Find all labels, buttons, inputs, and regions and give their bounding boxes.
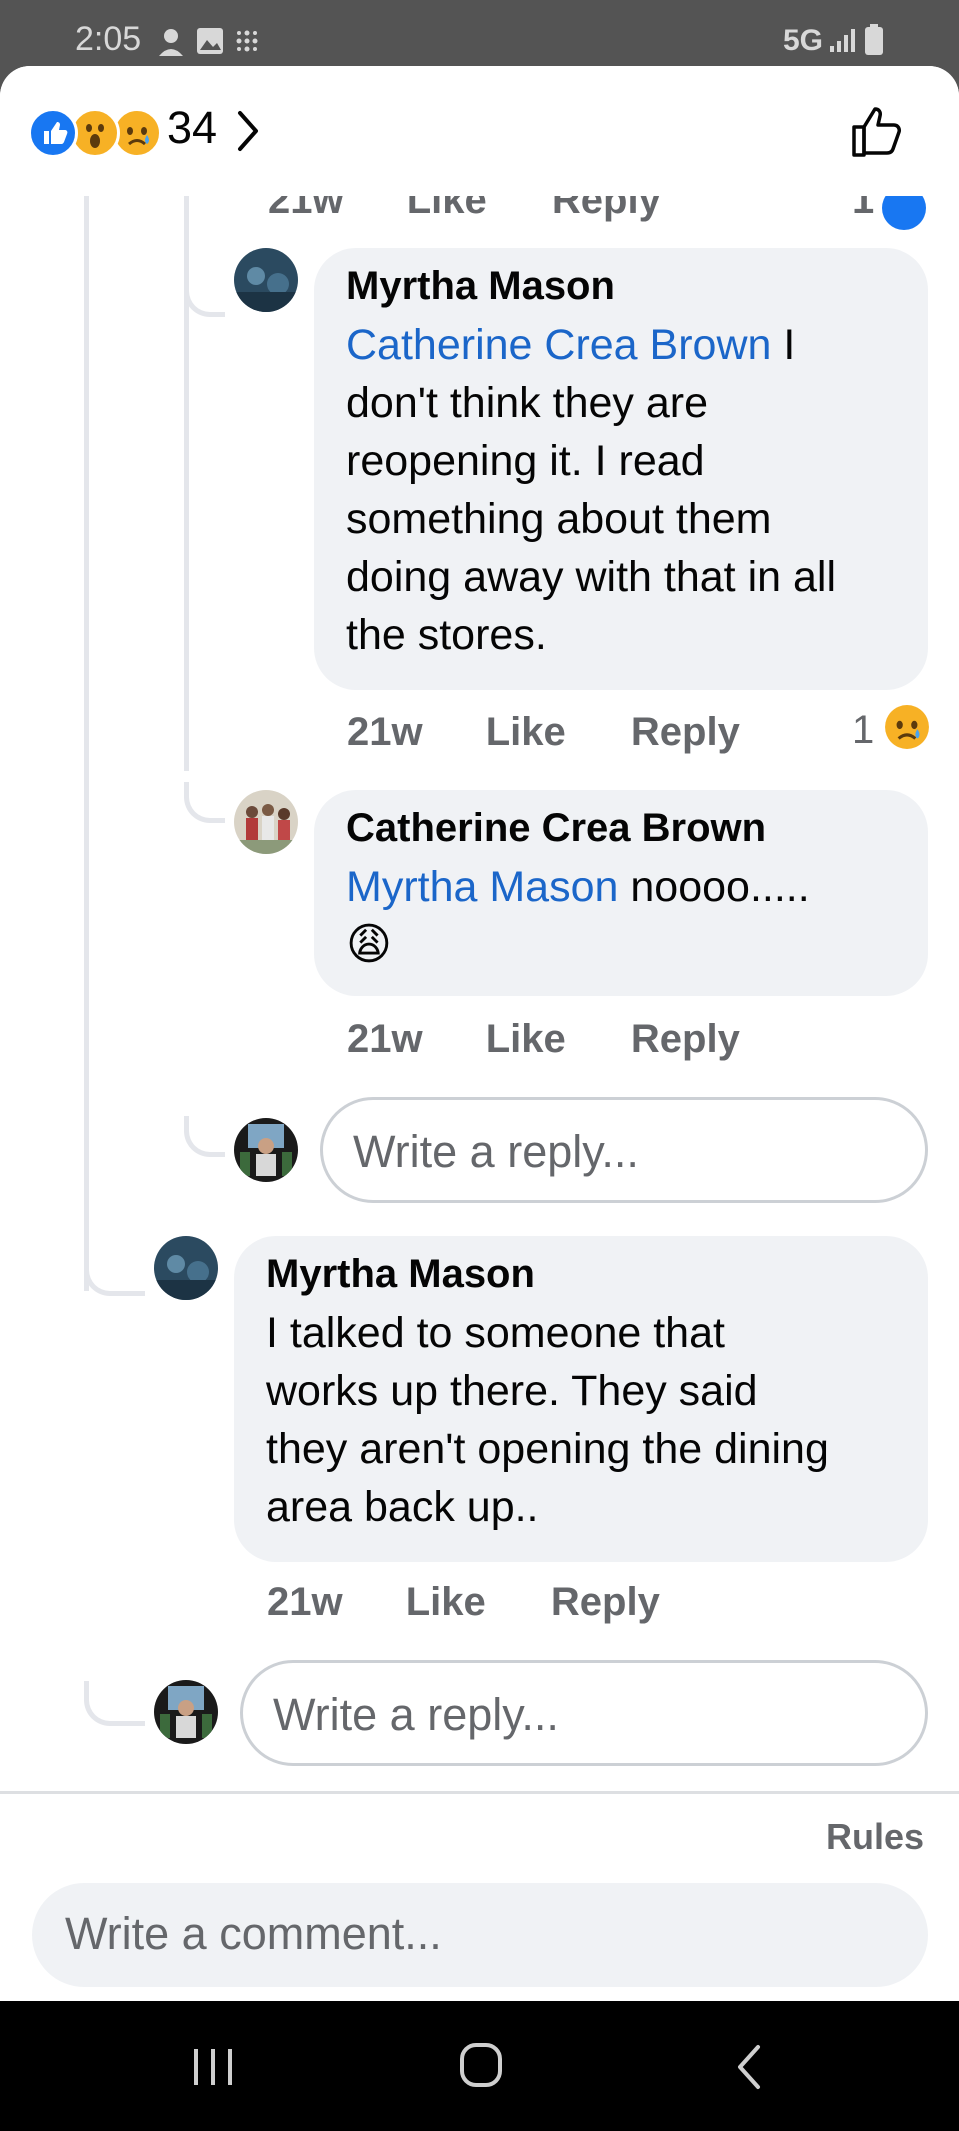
mention-link[interactable]: Catherine Crea Brown (346, 321, 771, 369)
comment-text: I talked to someone that works up there.… (266, 1309, 829, 1531)
comment-reaction-count[interactable]: 1 (852, 708, 874, 753)
thread-connector (184, 1116, 225, 1157)
signal-icon (828, 26, 858, 59)
thread-line (84, 196, 89, 1291)
comment-text: Myrtha Mason noooo..... 😩 (346, 858, 916, 974)
current-user-avatar (154, 1680, 218, 1744)
comment-author[interactable]: Catherine Crea Brown (346, 800, 766, 856)
sad-reaction-icon (884, 704, 930, 755)
rules-link[interactable]: Rules (826, 1816, 924, 1858)
status-bar: 2:05 5G (0, 0, 959, 66)
comment-placeholder: Write a comment... (65, 1908, 442, 1959)
comment-author[interactable]: Myrtha Mason (346, 258, 615, 314)
reply-link[interactable]: Reply (551, 1580, 660, 1625)
reaction-count[interactable]: 34 (167, 102, 217, 154)
chevron-right-icon[interactable] (234, 109, 262, 158)
recent-apps-icon[interactable] (190, 2045, 236, 2094)
home-icon[interactable] (458, 2041, 504, 2094)
reply-input[interactable]: Write a reply... (320, 1097, 928, 1203)
avatar[interactable] (234, 790, 298, 854)
reactions-summary[interactable] (28, 102, 268, 162)
reply-link[interactable]: Reply (631, 710, 740, 755)
reply-link[interactable]: Reply (631, 1017, 740, 1062)
back-icon[interactable] (734, 2043, 764, 2096)
comment-bubble: Catherine Crea Brown Myrtha Mason noooo.… (314, 790, 928, 996)
comment-author[interactable]: Myrtha Mason (266, 1246, 535, 1302)
system-nav-bar (0, 2001, 959, 2131)
status-time: 2:05 (75, 20, 142, 58)
comment-text: Catherine Crea Brown I don't think they … (346, 321, 837, 659)
weary-face-emoji: 😩 (346, 920, 392, 969)
thumbs-up-icon[interactable] (848, 101, 908, 166)
reply-placeholder: Write a reply... (353, 1126, 639, 1177)
reply-input[interactable]: Write a reply... (240, 1660, 928, 1766)
network-type: 5G (783, 24, 824, 57)
divider (0, 1791, 959, 1794)
reply-placeholder: Write a reply... (273, 1689, 559, 1740)
battery-icon (864, 24, 884, 61)
comment-time: 21w (347, 710, 423, 754)
like-link[interactable]: Like (486, 1017, 566, 1062)
comment-bubble: Myrtha Mason Catherine Crea Brown I don'… (314, 248, 928, 690)
avatar[interactable] (154, 1236, 218, 1300)
thread-connector (84, 1681, 145, 1726)
comment-actions: 21w Like Reply (267, 1580, 660, 1625)
like-link[interactable]: Like (406, 1580, 486, 1625)
comment-input[interactable]: Write a comment... (32, 1883, 928, 1987)
comment-bubble: Myrtha Mason I talked to someone that wo… (234, 1236, 928, 1562)
thread-connector (84, 1251, 145, 1296)
comment-time: 21w (267, 1580, 343, 1624)
like-reaction-icon (28, 108, 78, 158)
comments-sheet: 21w Like Reply 1 34 Myrtha Mason Catheri… (0, 66, 959, 2001)
comment-actions: 21w Like Reply (347, 710, 740, 755)
reactions-header: 34 (0, 66, 959, 196)
notification-icons (155, 24, 275, 65)
comment-actions: 21w Like Reply (347, 1017, 740, 1062)
current-user-avatar (234, 1118, 298, 1182)
mention-link[interactable]: Myrtha Mason (346, 863, 618, 911)
thread-connector (184, 276, 225, 317)
avatar[interactable] (234, 248, 298, 312)
comment-time: 21w (347, 1017, 423, 1061)
like-link[interactable]: Like (486, 710, 566, 755)
thread-connector (184, 782, 225, 823)
